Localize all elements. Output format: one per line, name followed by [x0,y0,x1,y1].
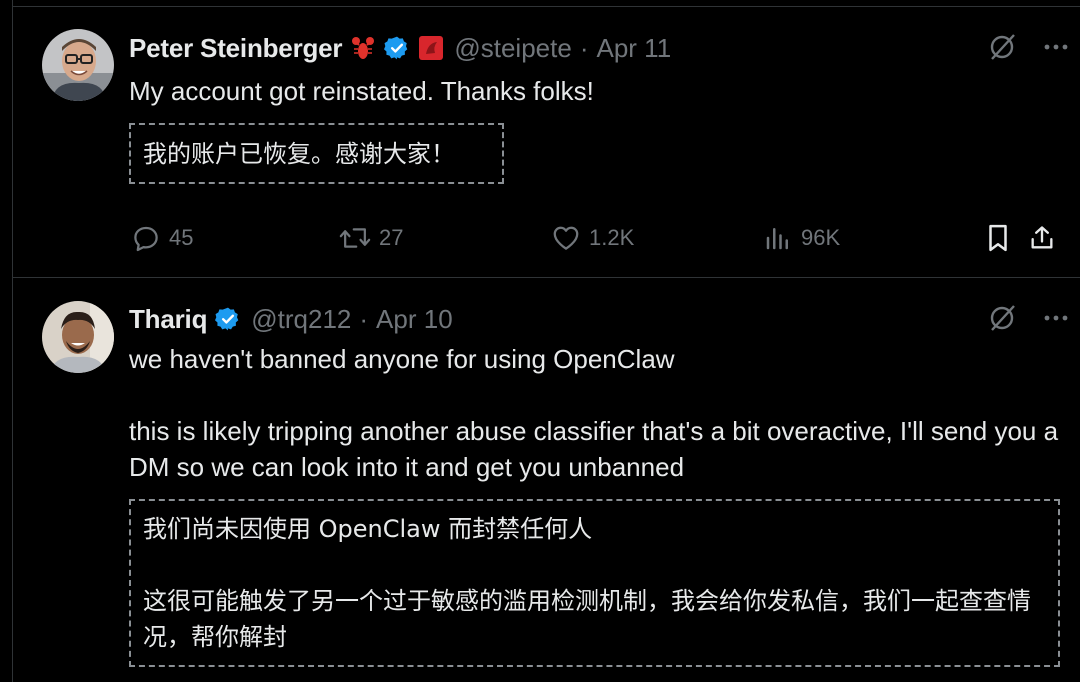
translation-box: 我们尚未因使用 OpenClaw 而封禁任何人 这很可能触发了另一个过于敏感的滥… [129,499,1060,667]
tweet-actions: 45 27 1.2K 96K [129,218,1056,258]
tweet-header: Thariq @trq212 · Apr 10 [129,302,1070,336]
like-button[interactable]: 1.2K [551,218,634,258]
grok-icon[interactable] [986,31,1018,70]
tweet-date[interactable]: Apr 11 [597,33,672,64]
separator: · [359,303,369,334]
share-icon [1031,226,1053,249]
reply-button[interactable]: 45 [131,218,193,258]
grok-icon[interactable] [986,302,1018,341]
views-button[interactable]: 96K [763,218,840,258]
avatar[interactable] [42,301,114,373]
author-name[interactable]: Thariq [129,304,207,335]
verified-badge-icon[interactable] [384,35,410,61]
share-button[interactable] [1028,218,1056,258]
author-name[interactable]: Peter Steinberger [129,33,343,64]
author-handle[interactable]: @trq212 [251,304,351,335]
translation-box: 我的账户已恢复。感谢大家！ [129,123,504,184]
more-icon[interactable] [1042,33,1070,68]
bookmark-icon [989,224,1007,252]
tweet-date[interactable]: Apr 10 [376,304,453,335]
tweet-trq212[interactable]: Thariq @trq212 · Apr 10 we haven't banne… [13,278,1080,682]
tweet-header: Peter Steinberger @steipete · Apr 11 [129,31,1070,65]
retweet-button[interactable]: 27 [339,218,403,258]
retweet-icon [339,228,371,248]
reply-count: 45 [169,225,194,250]
retweet-count: 27 [379,225,404,250]
tweet-steipete[interactable]: Peter Steinberger @steipete · Apr 11 My … [13,7,1080,278]
lobster-emoji [350,35,376,61]
reply-icon [134,226,158,252]
views-count: 96K [801,225,841,250]
timeline-feed: Peter Steinberger @steipete · Apr 11 My … [12,0,1080,682]
author-handle[interactable]: @steipete [454,33,571,64]
separator: · [579,32,589,63]
verified-badge-icon[interactable] [215,306,241,332]
avatar[interactable] [42,29,114,101]
tweet-text: we haven't banned anyone for using OpenC… [129,344,1059,482]
more-icon[interactable] [1042,304,1070,339]
bookmark-button[interactable] [984,218,1012,258]
tweet-text: My account got reinstated. Thanks folks! [129,76,594,106]
views-icon [766,228,788,250]
flag-badge-icon[interactable] [418,35,444,61]
like-count: 1.2K [589,225,635,250]
like-icon [553,226,579,250]
